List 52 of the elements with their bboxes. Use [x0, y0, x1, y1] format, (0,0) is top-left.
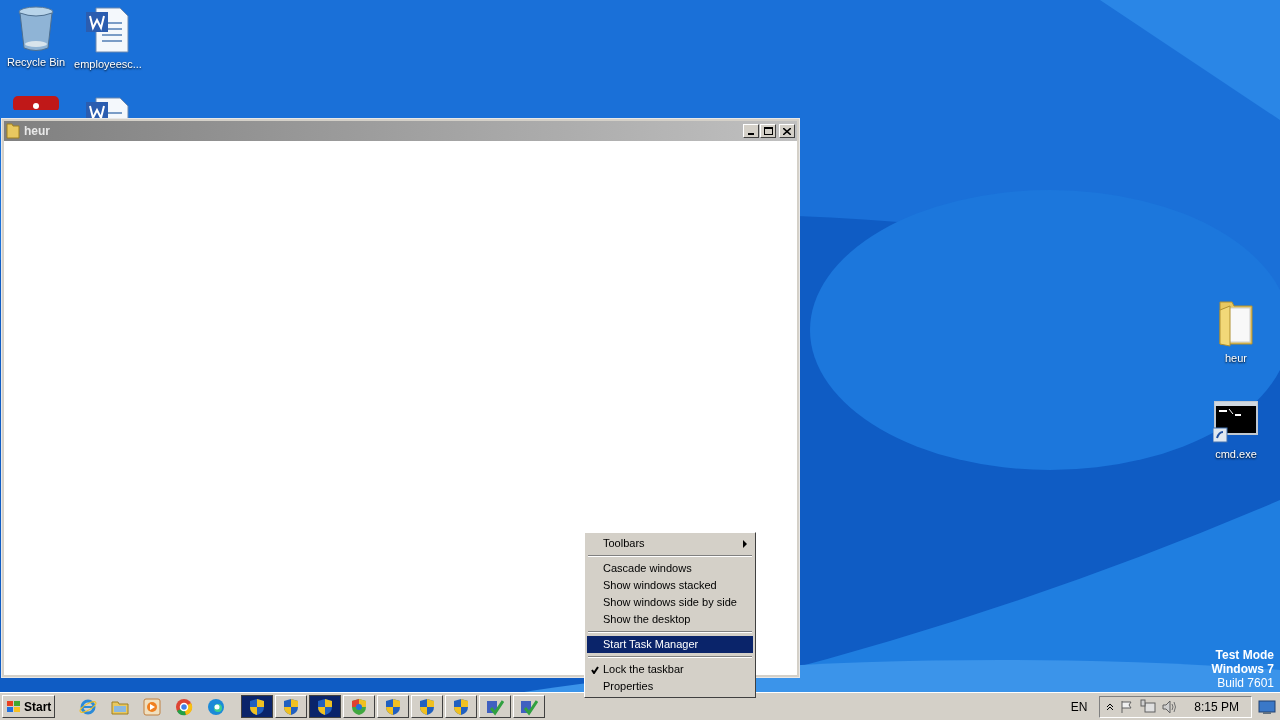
menu-item[interactable]: Lock the taskbar — [587, 661, 753, 678]
folder-icon — [6, 123, 20, 139]
maximize-icon — [763, 127, 773, 135]
edge-browser-icon — [207, 697, 226, 716]
system-notice-text: Test Mode — [1215, 648, 1274, 662]
window-title: heur — [24, 123, 50, 140]
show-desktop-icon[interactable] — [1258, 698, 1276, 715]
minimize-button[interactable] — [743, 124, 759, 138]
clock[interactable]: 8:15 PM — [1194, 697, 1239, 716]
shield-icon — [249, 697, 266, 716]
taskbar-button[interactable] — [241, 695, 274, 718]
start-button[interactable]: Start — [2, 695, 56, 718]
maximize-button[interactable] — [760, 124, 776, 138]
flag-icon[interactable] — [1120, 699, 1135, 714]
icon-label[interactable]: Recycle Bin — [6, 56, 66, 69]
windows-logo-icon — [6, 699, 22, 714]
menu-item[interactable]: Show the desktop — [587, 611, 753, 628]
icon-label[interactable]: heur — [1225, 352, 1247, 365]
app-icon — [13, 96, 59, 110]
system-notice-text: Build 7601 — [1217, 676, 1274, 690]
shield-icon — [351, 697, 368, 716]
folder-icon — [111, 698, 130, 715]
language-indicator[interactable]: EN — [1070, 697, 1088, 716]
system-notice-text: Windows 7 — [1211, 662, 1274, 676]
command-prompt-icon — [1213, 400, 1259, 444]
icon-label[interactable]: employeesc... — [74, 58, 142, 71]
shield-icon — [419, 697, 436, 716]
menu-item[interactable]: Show windows stacked — [587, 577, 753, 594]
internet-explorer-icon — [79, 697, 98, 716]
chrome-browser-icon — [175, 697, 194, 716]
shield-icon — [317, 697, 334, 716]
shield-icon — [453, 697, 470, 716]
minimize-icon — [748, 133, 754, 135]
menu-item[interactable]: Cascade windows — [587, 560, 753, 577]
menu-item[interactable]: Properties — [587, 678, 753, 695]
taskbar-button[interactable] — [309, 695, 342, 718]
recycle-bin-icon — [16, 6, 56, 52]
media-player-icon — [143, 697, 162, 716]
shield-icon — [385, 697, 402, 716]
folder-icon — [1216, 298, 1256, 348]
menu-item[interactable]: Toolbars — [587, 535, 753, 552]
close-button[interactable] — [779, 124, 795, 138]
network-icon[interactable] — [1140, 698, 1157, 715]
shield-icon — [283, 697, 300, 716]
speaker-icon[interactable] — [1162, 699, 1179, 714]
word-document-icon — [84, 6, 132, 54]
close-icon — [783, 127, 791, 135]
submenu-arrow-icon — [743, 539, 747, 548]
icon-label[interactable]: cmd.exe — [1215, 448, 1257, 461]
chevron-up-icon[interactable] — [1106, 702, 1115, 711]
menu-item[interactable]: Start Task Manager — [587, 636, 753, 653]
menu-item[interactable]: Show windows side by side — [587, 594, 753, 611]
